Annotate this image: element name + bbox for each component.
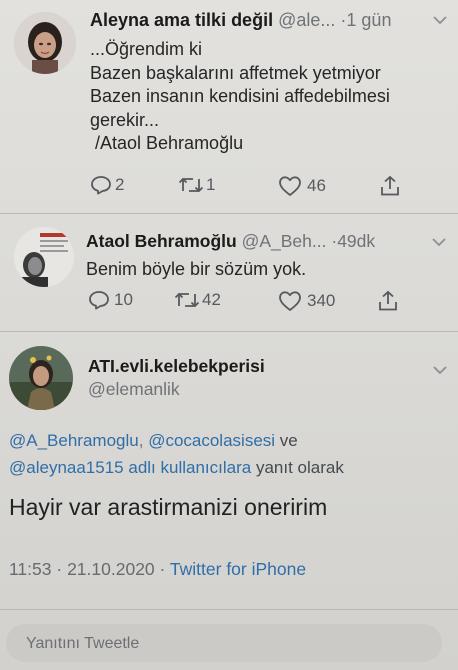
reply-placeholder: Yanıtını Tweetle (26, 635, 140, 652)
post-date: 21.10.2020 (67, 559, 155, 579)
tweet-2[interactable]: Ataol Behramoğlu @A_Beh... ·49dk Benim b… (0, 214, 458, 330)
retweet-icon (178, 177, 204, 193)
retweet-count: 1 (206, 175, 216, 194)
tweet-3-text: Hayir var arastirmanizi oneririm (9, 494, 328, 520)
divider (0, 609, 458, 610)
reply-composer[interactable]: Yanıtını Tweetle (6, 624, 442, 662)
text-line: ...Öğrendim ki (90, 39, 203, 59)
separator-dot: · (159, 559, 166, 579)
like-icon (279, 291, 301, 311)
avatar-ataol[interactable] (14, 227, 74, 287)
mention-link[interactable]: @cocacolasisesi (148, 431, 275, 450)
avatar-kelebekperisi[interactable] (9, 346, 73, 410)
display-name[interactable]: ATI.evli.kelebekperisi (88, 356, 265, 377)
handle[interactable]: @A_Beh... (242, 231, 327, 251)
separator-dot: · (56, 559, 63, 579)
tweet-1-actions: 2 1 46 (90, 175, 430, 203)
tweet-1-text: ...Öğrendim ki Bazen başkalarını affetme… (90, 38, 450, 156)
chevron-down-icon[interactable] (432, 234, 446, 250)
tweet-thread-screen: Aleyna ama tilki değil @ale... ·1 gün ..… (0, 0, 458, 670)
handle[interactable]: @ale... (278, 10, 335, 30)
like-count: 340 (307, 291, 336, 310)
tweet-1[interactable]: Aleyna ama tilki değil @ale... ·1 gün ..… (0, 0, 458, 210)
like-button[interactable]: 340 (278, 290, 335, 312)
retweet-icon (174, 292, 200, 308)
tweet-2-header: Ataol Behramoğlu @A_Beh... ·49dk (86, 231, 426, 255)
retweet-button[interactable]: 1 (178, 175, 215, 195)
reply-button[interactable]: 10 (88, 290, 133, 310)
retweet-button[interactable]: 42 (174, 290, 221, 310)
tweet-3-focused[interactable]: ATI.evli.kelebekperisi @elemanlik @A_Beh… (0, 332, 458, 617)
display-name[interactable]: Ataol Behramoğlu (86, 231, 237, 251)
mention-link[interactable]: @aleynaa1515 (9, 458, 124, 477)
mention-link[interactable]: @A_Behramoglu (9, 431, 139, 450)
tweet-2-actions: 10 42 340 (88, 290, 428, 318)
text-line: Bazen başkalarını affetmek yetmiyor (90, 62, 381, 83)
avatar-aleyna[interactable] (14, 12, 76, 74)
share-button[interactable] (380, 175, 400, 197)
reply-count: 10 (114, 290, 133, 309)
reply-suffix: yanıt olarak (255, 458, 344, 477)
chevron-down-icon[interactable] (433, 12, 447, 28)
mention-suffix[interactable]: adlı kullanıcılara (128, 458, 251, 477)
timestamp[interactable]: 49dk (337, 231, 375, 251)
tweet-1-header: Aleyna ama tilki değil @ale... ·1 gün (90, 10, 430, 34)
display-name[interactable]: Aleyna ama tilki değil (90, 10, 273, 30)
chevron-down-icon[interactable] (433, 362, 447, 378)
retweet-count: 42 (202, 290, 221, 309)
share-icon (379, 290, 397, 311)
tweet-2-text: Benim böyle bir sözüm yok. (86, 259, 307, 279)
text-line: /Ataol Behramoğlu (90, 133, 244, 153)
source-link[interactable]: Twitter for iPhone (170, 559, 306, 579)
reply-count: 2 (115, 175, 125, 194)
like-count: 46 (307, 176, 326, 195)
reply-icon (91, 176, 111, 195)
timestamp[interactable]: 1 gün (346, 10, 391, 30)
handle[interactable]: @elemanlik (88, 379, 180, 400)
tweet-3-meta: 11:53 · 21.10.2020 · Twitter for iPhone (9, 559, 306, 580)
share-button[interactable] (378, 290, 398, 312)
text-line: gerekir... (90, 109, 160, 130)
reply-context: @A_Behramoglu, @cocacolasisesi ve @aleyn… (9, 427, 449, 481)
like-button[interactable]: 46 (278, 175, 326, 197)
reply-icon (89, 291, 109, 310)
share-icon (381, 175, 399, 196)
reply-button[interactable]: 2 (90, 175, 124, 195)
like-icon (279, 176, 301, 196)
text-line: Bazen insanın kendisini affedebilmesi (90, 86, 390, 106)
conjunction: ve (279, 431, 298, 450)
post-time: 11:53 (9, 559, 52, 579)
comma: , (138, 431, 144, 450)
